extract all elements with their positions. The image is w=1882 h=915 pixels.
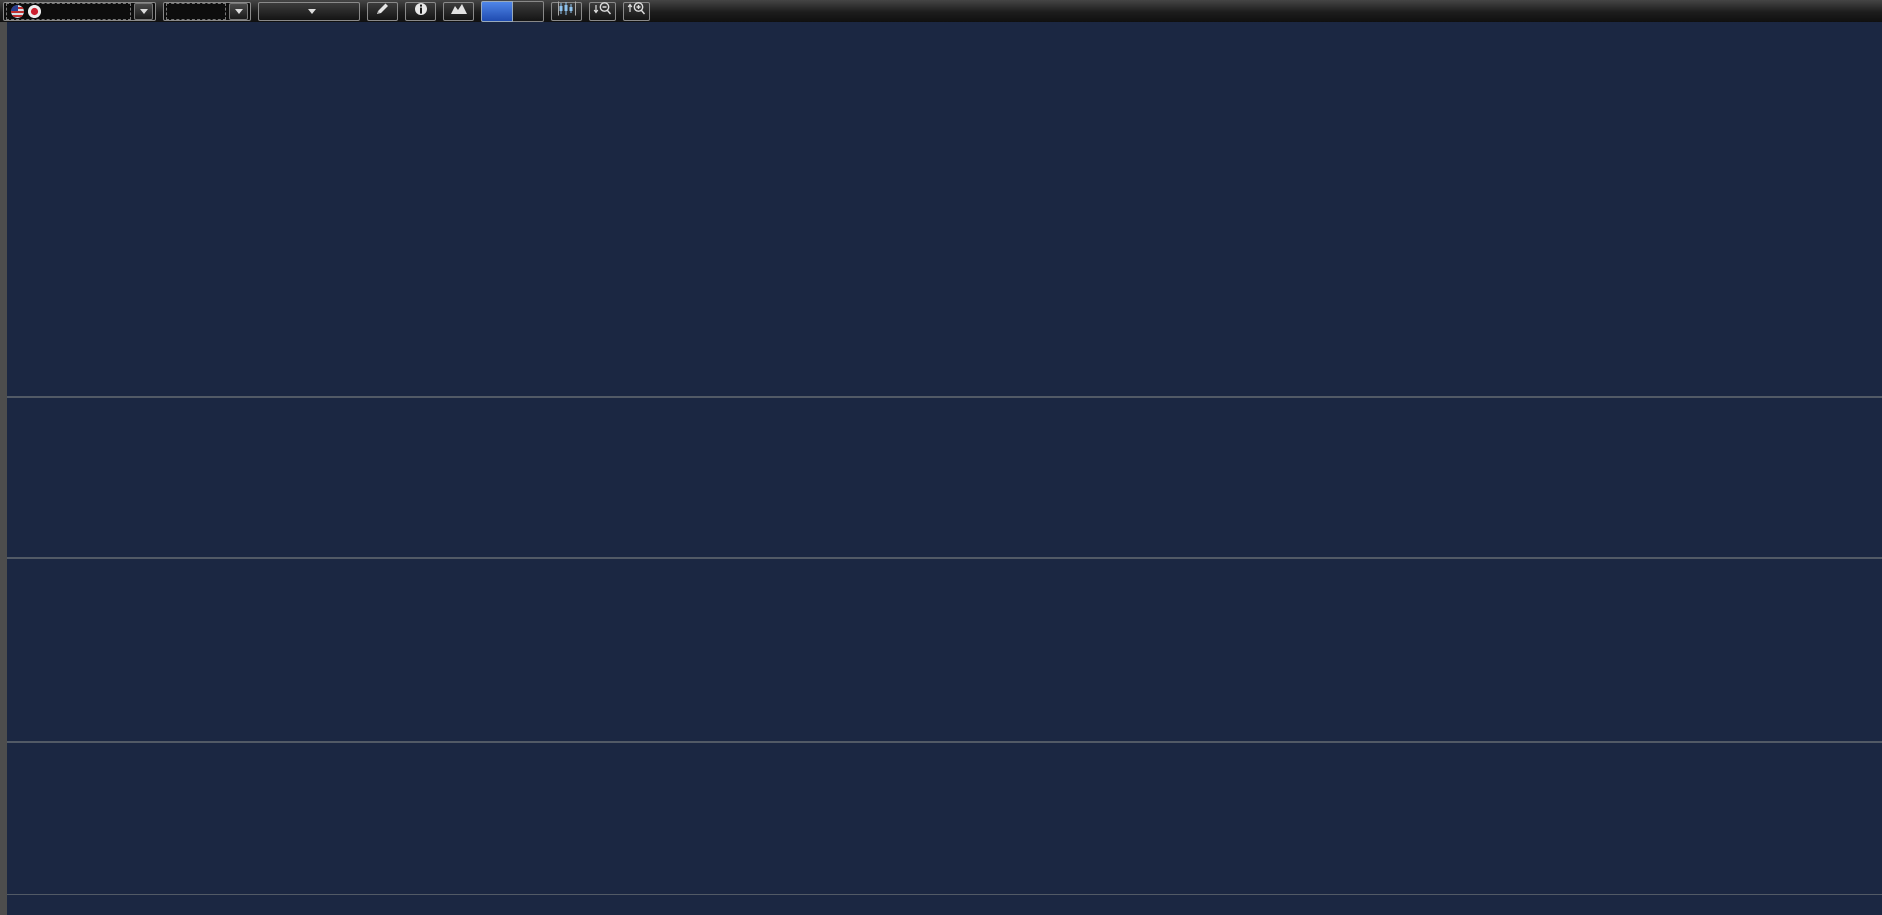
zoom-out-icon xyxy=(593,1,612,21)
pencil-icon xyxy=(375,2,391,21)
panel-separator-main-macd[interactable] xyxy=(0,396,1882,398)
jp-flag-icon xyxy=(28,5,41,18)
chevron-down-icon xyxy=(308,9,316,14)
panel-separator-bottom-axis xyxy=(0,894,1882,895)
candle-chart-icon xyxy=(558,1,576,21)
technical-select-button[interactable] xyxy=(258,2,360,21)
timeframe-selector[interactable] xyxy=(163,2,251,21)
ask-button[interactable] xyxy=(513,1,544,22)
info-icon xyxy=(414,2,428,21)
timeframe-dropdown-arrow[interactable] xyxy=(229,3,248,20)
panel-separator-rsi-momentum[interactable] xyxy=(0,741,1882,743)
area-chart-button[interactable] xyxy=(443,2,474,21)
currency-pair-dropdown-arrow[interactable] xyxy=(134,3,153,20)
area-chart-icon xyxy=(450,2,468,20)
draw-tool-button[interactable] xyxy=(367,2,398,21)
zoom-in-icon xyxy=(627,1,646,21)
us-flag-icon xyxy=(11,5,24,18)
zoom-in-button[interactable] xyxy=(623,2,650,21)
chart-window xyxy=(0,0,1882,915)
left-edge-strip xyxy=(0,22,7,915)
bid-button[interactable] xyxy=(481,1,513,22)
info-button[interactable] xyxy=(405,2,436,21)
candle-chart-button[interactable] xyxy=(551,2,582,21)
bid-ask-toggle xyxy=(481,1,544,22)
toolbar xyxy=(0,0,1882,22)
panel-separator-macd-rsi[interactable] xyxy=(0,557,1882,559)
currency-pair-selector[interactable] xyxy=(3,2,156,21)
zoom-out-button[interactable] xyxy=(589,2,616,21)
